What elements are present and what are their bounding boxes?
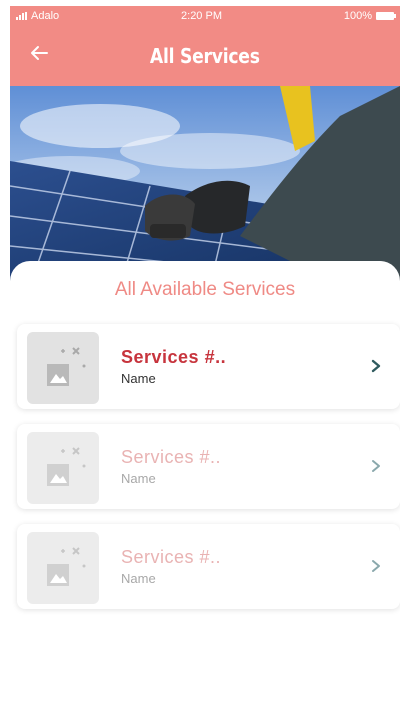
image-placeholder-icon [27, 332, 99, 404]
solar-panel-photo [10, 86, 400, 286]
arrow-left-icon [31, 46, 48, 60]
status-left: Adalo [16, 10, 59, 22]
section-title: All Available Services [114, 279, 296, 300]
service-subtitle: Name [121, 571, 156, 586]
hero-image [10, 86, 400, 286]
status-time: 2:20 PM [181, 10, 222, 22]
image-placeholder-icon [27, 432, 99, 504]
image-placeholder-icon [27, 532, 99, 604]
page-title: All Services [150, 44, 260, 68]
status-right: 100% [343, 10, 396, 22]
service-title: Services #.. [121, 547, 222, 567]
status-bar: Adalo 2:20 PM 100% [10, 6, 400, 26]
service-subtitle: Name [121, 471, 156, 486]
service-card[interactable]: Services #.. Name [17, 424, 400, 509]
service-subtitle: Name [121, 371, 156, 386]
service-card[interactable]: Services #.. Name [17, 524, 400, 609]
service-card[interactable]: Services #.. Name [17, 324, 400, 409]
services-sheet: All Available Services Services #.. Name [10, 261, 400, 711]
service-title: Services #.. [121, 347, 227, 367]
battery-percent: 100% [343, 10, 372, 22]
carrier-name: Adalo [31, 10, 60, 22]
phone-screen: Adalo 2:20 PM 100% All Services All Avai… [10, 6, 400, 711]
chevron-right-icon [371, 359, 381, 373]
chevron-right-icon [372, 460, 380, 472]
app-bar: All Services [10, 26, 400, 86]
service-title: Services #.. [121, 447, 222, 467]
signal-icon [16, 12, 27, 20]
battery-icon [376, 12, 396, 20]
chevron-right-icon [372, 560, 380, 572]
back-button[interactable] [26, 40, 52, 66]
